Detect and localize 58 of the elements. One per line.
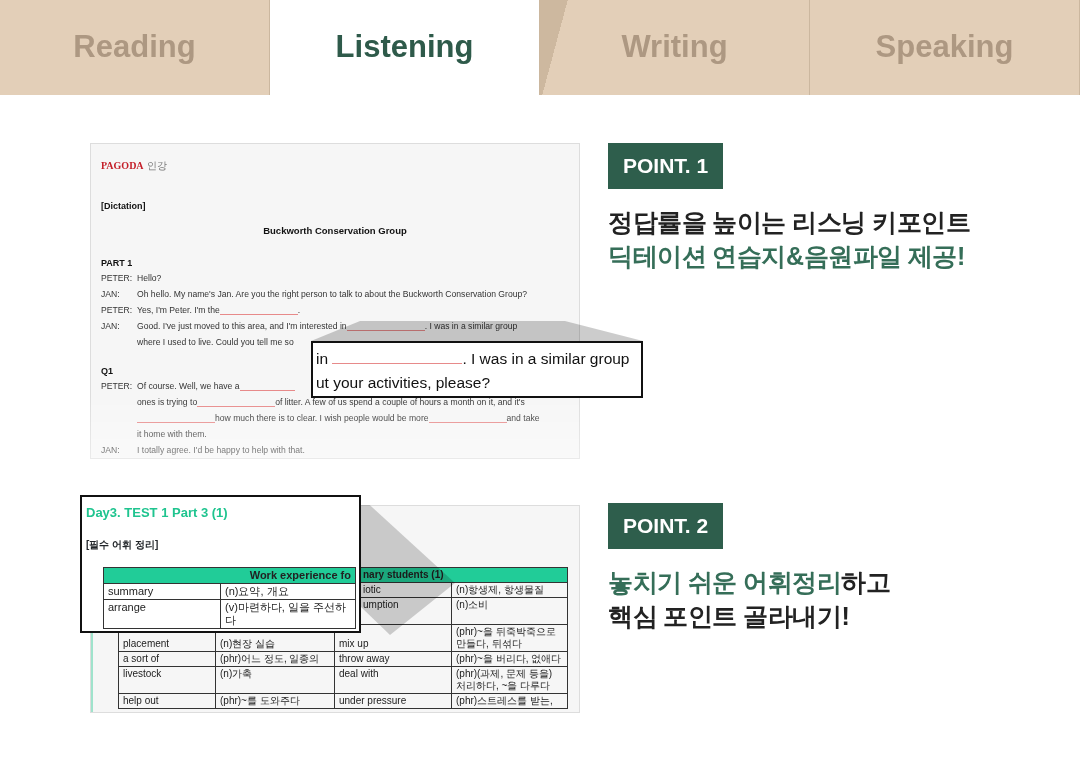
point-badge: POINT. 1: [608, 143, 724, 189]
headline-text: 놓치기 쉬운 어휘정리하고: [608, 567, 891, 598]
line-text: . I was in a similar group: [462, 350, 630, 367]
line-text: Oh hello. My name's Jan. Are you the right person to talk to about the Buckworth Conservation Group?: [137, 287, 527, 301]
table-cell: help out: [118, 693, 216, 709]
table-cell: (n)요약, 개요: [220, 583, 356, 599]
document-title: Day3. TEST 1 Part 3 (1): [86, 504, 229, 522]
logo-text: 인강: [146, 159, 167, 173]
speaker-label: PETER:: [101, 271, 134, 285]
table-cell: (phr)어느 정도, 일종의: [215, 651, 335, 667]
table-header: Work experience fo: [103, 567, 356, 583]
table-cell: summary: [103, 583, 221, 599]
line-text: it home with them.: [137, 428, 207, 442]
speaker-label: JAN:: [101, 444, 121, 458]
line-text: . I was in a similar group: [424, 319, 518, 333]
document-label: [필수 어휘 정리]: [86, 537, 160, 552]
section-heading: PART 1: [101, 256, 133, 270]
line-text: where I used to live. Could you tell me so: [137, 335, 294, 349]
line-text: Yes, I'm Peter. I'm the: [137, 303, 220, 317]
point-badge: POINT. 2: [608, 503, 724, 549]
table-cell: (n)항생제, 항생물질: [451, 582, 568, 598]
table-cell: livestock: [118, 666, 216, 694]
line-text: Of course. Well, we have a: [137, 380, 240, 394]
table-cell: (phr)~을 버리다, 없애다: [451, 651, 568, 667]
table-cell: under pressure: [334, 693, 452, 709]
tab[interactable]: Listening: [270, 0, 540, 95]
line-text: in: [316, 350, 330, 367]
table-cell: (n)가축: [215, 666, 335, 694]
line-text: I totally agree. I'd be happy to help with that.: [137, 444, 305, 458]
headline-text: 핵심 포인트 골라내기!: [608, 601, 851, 632]
section-heading: Q1: [101, 365, 113, 379]
document-label: [Dictation]: [101, 200, 147, 213]
speaker-label: PETER:: [101, 380, 134, 394]
table-cell: (phr)~를 도와주다: [215, 693, 335, 709]
table-cell: (phr)(과제, 문제 등을) 처리하다, ~을 다루다: [451, 666, 568, 694]
line-text: how much there is to clear. I wish people would be more: [215, 412, 429, 426]
headline-text: 정답률을 높이는 리스닝 키포인트: [608, 207, 971, 238]
table-cell: (v)마련하다, 일을 주선하다: [220, 599, 356, 628]
table-cell: (n)소비: [451, 597, 568, 625]
table-cell: arrange: [103, 599, 221, 628]
logo-text: PAGODA: [101, 159, 144, 173]
line-text: ones is trying to: [137, 396, 198, 410]
line-text: .: [297, 303, 301, 317]
line-text: and take: [506, 412, 540, 426]
table-cell: (phr)스트레스를 받는,: [451, 693, 568, 709]
table-cell: (phr)~을 뒤죽박죽으로 만들다, 뒤섞다: [451, 624, 568, 652]
document-title: Buckworth Conservation Group: [262, 223, 408, 238]
table-cell: deal with: [334, 666, 452, 694]
speaker-label: JAN:: [101, 287, 121, 301]
table-cell: a sort of: [118, 651, 216, 667]
speaker-label: JAN:: [101, 319, 121, 333]
speaker-label: PETER:: [101, 303, 134, 317]
line-text: Good. I've just moved to this area, and I'm interested in: [137, 319, 347, 333]
line-text: ut your activities, please?: [316, 374, 491, 391]
line-text: of litter. A few of us spend a couple of hours a month on it, and it's: [275, 396, 525, 410]
headline-text: 딕테이션 연습지&음원파일 제공!: [608, 241, 966, 272]
line-text: Hello?: [137, 271, 162, 285]
table-cell: throw away: [334, 651, 452, 667]
